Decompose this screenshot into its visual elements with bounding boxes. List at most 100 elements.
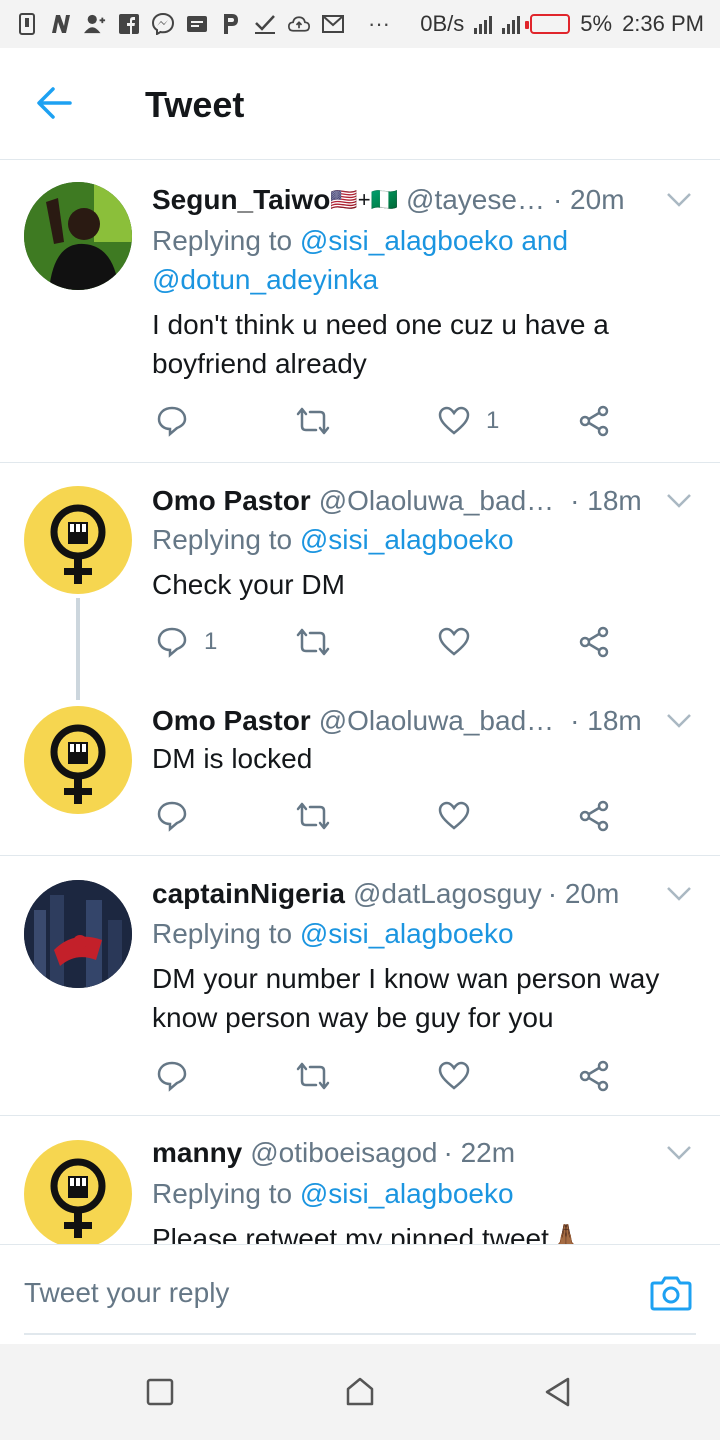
replying-prefix: Replying to — [152, 918, 300, 949]
replying-prefix: Replying to — [152, 1178, 300, 1209]
avatar[interactable] — [24, 486, 132, 594]
status-bar: ··· 0B/s 5% 2:36 PM — [0, 0, 720, 48]
like-button[interactable] — [438, 1056, 470, 1096]
retweet-button[interactable] — [296, 401, 330, 441]
chevron-down-icon[interactable] — [666, 713, 692, 729]
reply-count: 1 — [204, 628, 218, 655]
share-button[interactable] — [578, 1056, 610, 1096]
contacts-icon — [84, 13, 106, 35]
mention-link[interactable]: @sisi_alagboeko — [300, 918, 514, 949]
share-button[interactable] — [578, 401, 610, 441]
chevron-down-icon[interactable] — [666, 192, 692, 208]
flags: 🇺🇸+🇳🇬 — [330, 187, 399, 212]
mention-link[interactable]: @sisi_alagboeko — [300, 1178, 514, 1209]
battery-percent: 5% — [580, 11, 613, 36]
retweet-button[interactable] — [296, 796, 330, 836]
home-icon[interactable] — [344, 1376, 376, 1408]
reply-button[interactable] — [156, 796, 188, 836]
like-button[interactable]: 1 — [438, 401, 499, 441]
author-handle: @tayese… — [406, 184, 545, 215]
battery-icon — [525, 14, 571, 34]
reply-button[interactable] — [156, 1056, 188, 1096]
replying-to: Replying to @sisi_alagboeko — [152, 1174, 514, 1213]
tweet-card[interactable]: Omo Pastor @Olaoluwa_bad… · 18m DM is lo… — [0, 683, 720, 855]
avatar[interactable] — [24, 706, 132, 814]
tweet-text: DM is locked — [152, 743, 313, 774]
page-title: Tweet — [145, 84, 245, 125]
share-button[interactable] — [578, 796, 610, 836]
replying-joiner: and — [513, 225, 569, 256]
reply-button[interactable] — [156, 401, 188, 441]
author-handle: @Olaoluwa_bad… — [318, 705, 555, 736]
author-name[interactable]: manny — [152, 1137, 242, 1169]
facebook-icon — [118, 13, 140, 35]
like-count: 1 — [486, 407, 500, 434]
notification-icons: ··· — [16, 11, 390, 37]
reply-button[interactable]: 1 — [156, 622, 217, 662]
mention-link[interactable]: @sisi_alagboeko — [300, 225, 514, 256]
replying-to: Replying to @sisi_alagboeko and @dotun_a… — [152, 221, 568, 299]
mail-icon — [322, 13, 344, 35]
avatar[interactable] — [24, 880, 132, 988]
messenger-icon — [152, 13, 174, 35]
tweet-actions — [152, 1056, 632, 1096]
like-button[interactable] — [438, 622, 470, 662]
tweet-card[interactable]: manny @otiboeisagod · 22m Replying to @s… — [0, 1116, 720, 1244]
system-nav-bar — [0, 1344, 720, 1440]
author-handle: @Olaoluwa_bad… — [318, 485, 555, 516]
replying-to: Replying to @sisi_alagboeko — [152, 914, 514, 953]
recent-apps-icon[interactable] — [144, 1376, 176, 1408]
replying-prefix: Replying to — [152, 225, 300, 256]
app-header: Tweet — [0, 48, 720, 160]
reply-input[interactable]: Tweet your reply — [24, 1277, 229, 1309]
author-name[interactable]: Segun_Taiwo — [152, 184, 330, 216]
tweet-actions: 1 — [152, 401, 632, 441]
more-notifications: ··· — [368, 11, 390, 36]
p-icon — [220, 13, 242, 35]
chevron-down-icon[interactable] — [666, 1145, 692, 1161]
tweet-time: · 18m — [570, 485, 642, 516]
avatar[interactable] — [24, 182, 132, 290]
net-speed: 0B/s — [420, 11, 465, 36]
chevron-down-icon[interactable] — [666, 886, 692, 902]
signal-2-icon — [502, 14, 521, 34]
notification-n-icon — [50, 13, 72, 35]
input-underline — [24, 1333, 696, 1335]
like-button[interactable] — [438, 796, 470, 836]
tweet-text: I don't think u need one cuz u have a bo… — [152, 309, 609, 379]
replying-prefix: Replying to — [152, 524, 300, 555]
cloud-upload-icon — [288, 13, 310, 35]
back-icon[interactable] — [542, 1376, 574, 1408]
tweet-text: Check your DM — [152, 569, 345, 600]
signal-icon — [474, 14, 493, 34]
chevron-down-icon[interactable] — [666, 493, 692, 509]
tweet-time: · 22m — [443, 1137, 516, 1168]
share-button[interactable] — [578, 622, 610, 662]
author-name[interactable]: Omo Pastor — [152, 485, 311, 517]
tweet-actions — [152, 796, 632, 836]
author-name[interactable]: captainNigeria — [152, 878, 345, 910]
mention-link[interactable]: @dotun_adeyinka — [152, 264, 378, 295]
tweet-time: · 20m — [547, 878, 620, 909]
check-icon — [254, 13, 276, 35]
tweet-card[interactable]: Segun_Taiwo 🇺🇸+🇳🇬 @tayese… · 20m Replyin… — [0, 160, 720, 462]
clock: 2:36 PM — [622, 11, 704, 36]
retweet-button[interactable] — [296, 622, 330, 662]
tweet-text: Please retweet my pinned tweet🙏🏾 — [152, 1223, 584, 1244]
tweet-card[interactable]: captainNigeria @datLagosguy · 20m Replyi… — [0, 856, 720, 1115]
replying-to: Replying to @sisi_alagboeko — [152, 520, 514, 559]
tweet-text: DM your number I know wan person way kno… — [152, 963, 660, 1033]
back-arrow-icon[interactable] — [36, 86, 76, 122]
retweet-button[interactable] — [296, 1056, 330, 1096]
author-handle: @datLagosguy — [352, 878, 542, 909]
author-name[interactable]: Omo Pastor — [152, 705, 311, 737]
avatar[interactable] — [24, 1140, 132, 1244]
camera-icon[interactable] — [650, 1275, 692, 1311]
tweet-card[interactable]: Omo Pastor @Olaoluwa_bad… · 18m Replying… — [0, 463, 720, 683]
mention-link[interactable]: @sisi_alagboeko — [300, 524, 514, 555]
tweet-actions: 1 — [152, 622, 632, 662]
tweet-time: · 18m — [570, 705, 642, 736]
tweet-time: · 20m — [552, 184, 625, 215]
sim-icon — [16, 13, 38, 35]
message-icon — [186, 13, 208, 35]
